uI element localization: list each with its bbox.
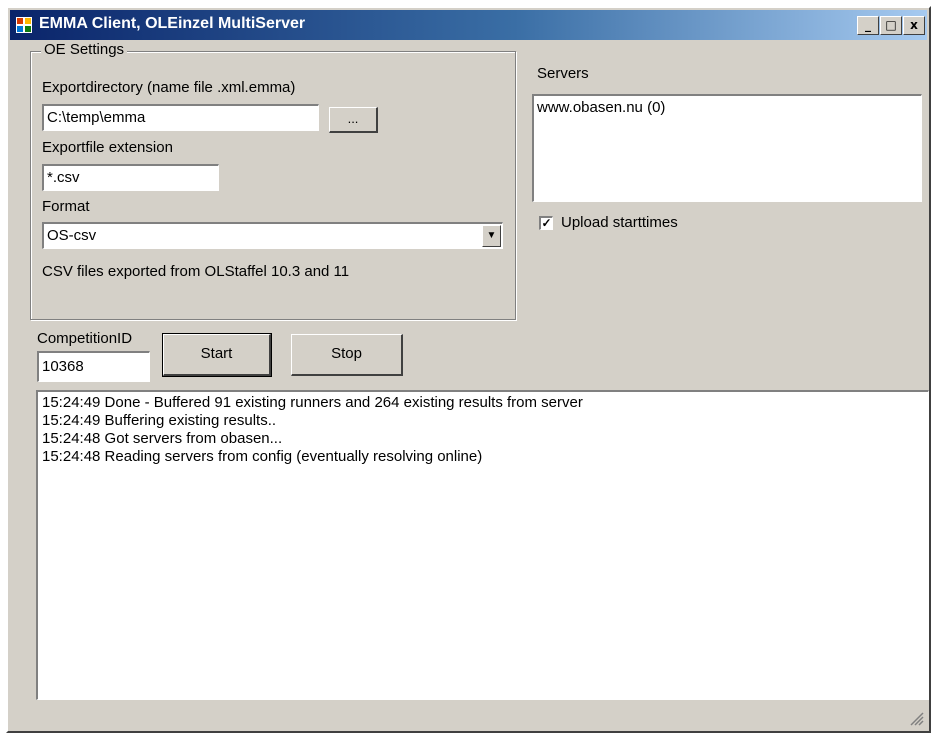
chevron-down-icon[interactable]: ▼ (482, 225, 501, 247)
maximize-button[interactable]: □ (880, 16, 902, 35)
export-ext-label: Exportfile extension (42, 139, 173, 156)
log-line: 15:24:49 Buffering existing results.. (42, 412, 277, 429)
log-line: 15:24:48 Reading servers from config (ev… (42, 448, 483, 465)
oe-settings-legend: OE Settings (41, 41, 128, 58)
export-dir-input[interactable]: C:\temp\emma (42, 104, 319, 131)
upload-starttimes-label[interactable]: Upload starttimes (561, 214, 678, 231)
competition-id-label: CompetitionID (37, 330, 133, 347)
upload-starttimes-checkbox[interactable]: ✓ (539, 216, 553, 230)
start-button[interactable]: Start (162, 333, 272, 377)
servers-label: Servers (537, 65, 589, 82)
app-icon (16, 17, 32, 33)
close-button[interactable]: x (903, 16, 925, 35)
resize-grip-icon[interactable] (910, 712, 924, 726)
log-line: 15:24:49 Done - Buffered 91 existing run… (42, 394, 583, 411)
competition-id-input[interactable]: 10368 (37, 351, 150, 382)
format-value: OS-csv (47, 227, 97, 244)
client-area: OE Settings Exportdirectory (name file .… (10, 40, 929, 729)
checkmark-icon: ✓ (541, 216, 552, 230)
export-ext-input[interactable]: *.csv (42, 164, 219, 191)
minimize-button[interactable]: _ (857, 16, 879, 35)
stop-button[interactable]: Stop (291, 334, 403, 376)
export-dir-label: Exportdirectory (name file .xml.emma) (42, 79, 296, 96)
main-window: EMMA Client, OLEinzel MultiServer _ □ x … (6, 6, 931, 733)
title-bar[interactable]: EMMA Client, OLEinzel MultiServer _ □ x (10, 10, 927, 40)
log-line: 15:24:48 Got servers from obasen... (42, 430, 283, 447)
server-item[interactable]: www.obasen.nu (0) (537, 99, 918, 116)
format-select[interactable]: OS-csv ▼ (42, 222, 503, 249)
oe-settings-group: OE Settings Exportdirectory (name file .… (30, 41, 516, 320)
log-output[interactable]: 15:24:49 Done - Buffered 91 existing run… (36, 390, 929, 700)
servers-list[interactable]: www.obasen.nu (0) (532, 94, 922, 202)
format-description: CSV files exported from OLStaffel 10.3 a… (42, 263, 350, 280)
window-title: EMMA Client, OLEinzel MultiServer (39, 15, 306, 32)
browse-button[interactable]: ... (329, 107, 378, 133)
format-label: Format (42, 198, 90, 215)
